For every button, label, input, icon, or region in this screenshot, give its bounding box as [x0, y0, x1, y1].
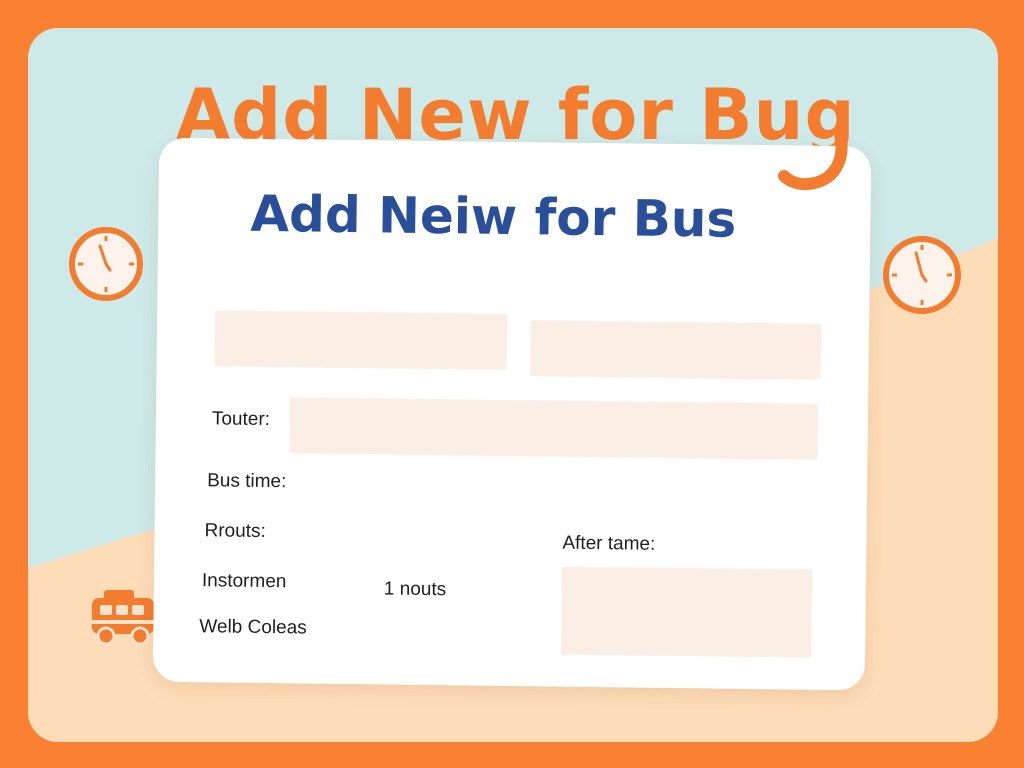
field-input-1[interactable]: [214, 310, 508, 370]
bus-icon: [92, 590, 154, 646]
clock-icon: [69, 227, 143, 301]
field-input-2[interactable]: [530, 320, 822, 380]
form-title: Add Neiw for Bus: [250, 184, 737, 249]
routes-label: Rrouts:: [204, 520, 266, 543]
bus-form-card: Add Neiw for Bus Touter: Bus time: Rrout…: [152, 137, 872, 691]
window-frame: Add New for Bug Add Neiw for Bus Touter:…: [0, 0, 1024, 768]
bus-time-label: Bus time:: [207, 470, 287, 493]
title-tail-flourish: [778, 130, 848, 191]
web-colors-label: Welb Coleas: [199, 616, 307, 639]
instrument-label: Instormen: [201, 570, 287, 593]
touter-input[interactable]: [289, 397, 819, 460]
after-time-label: After tame:: [562, 532, 656, 555]
clock-icon: [883, 236, 961, 314]
nouts-value: 1 nouts: [383, 578, 447, 601]
touter-label: Touter:: [211, 408, 271, 431]
after-time-input[interactable]: [561, 566, 813, 658]
